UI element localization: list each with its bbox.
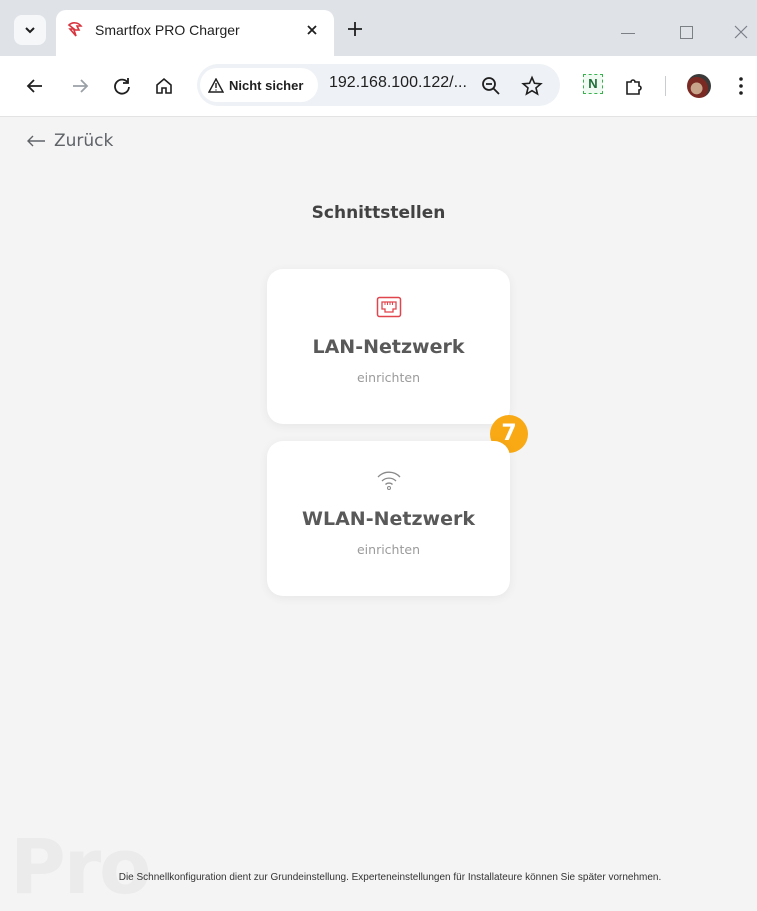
url-text[interactable]: 192.168.100.122/... [329,74,467,92]
n-extension-icon[interactable]: N [583,74,603,94]
plus-icon[interactable] [346,20,364,38]
wifi-icon [377,471,400,490]
card-title: WLAN-Netzwerk [302,508,475,530]
ethernet-port-icon [376,296,401,318]
arrow-left-icon[interactable] [24,75,46,97]
close-icon[interactable] [304,22,320,38]
maximize-button[interactable] [680,26,693,39]
kebab-menu-icon[interactable] [730,75,752,97]
smartfox-logo-icon [67,22,83,37]
card-subtitle: einrichten [356,542,420,557]
puzzle-icon[interactable] [623,75,645,97]
zoom-icon[interactable] [480,75,502,97]
wlan-network-card[interactable]: WLAN-Netzwerk einrichten [267,441,510,596]
chevron-down-icon [25,27,35,34]
card-icon-wrap [267,296,510,322]
toolbar-divider [665,76,666,96]
footer-note: Die Schnellkonfiguration dient zur Grund… [118,872,662,883]
warning-triangle-icon [208,77,224,93]
browser-tab[interactable]: Smartfox PRO Charger [56,10,334,56]
star-icon[interactable] [521,75,543,97]
pro-watermark: Pro [10,822,151,911]
security-label: Nicht sicher [229,77,304,93]
reload-icon[interactable] [111,75,133,97]
site-info-chip[interactable]: Nicht sicher [200,68,318,102]
back-link[interactable]: Zurück [26,131,113,151]
avatar[interactable] [687,74,711,98]
card-icon-wrap [267,468,510,494]
page-title: Schnittstellen [311,203,446,223]
card-title: LAN-Netzwerk [312,336,465,358]
card-subtitle: einrichten [356,370,420,385]
home-icon[interactable] [153,75,175,97]
tab-search-button[interactable] [14,15,46,45]
back-label: Zurück [54,131,114,151]
window-close-button[interactable] [733,24,749,40]
lan-network-card[interactable]: LAN-Netzwerk einrichten [267,269,510,424]
arrow-right-icon[interactable] [69,75,91,97]
minimize-button[interactable] [621,33,635,34]
arrow-left-icon [27,135,45,147]
tab-title: Smartfox PRO Charger [95,22,240,38]
browser-tabstrip: Smartfox PRO Charger [0,0,757,56]
